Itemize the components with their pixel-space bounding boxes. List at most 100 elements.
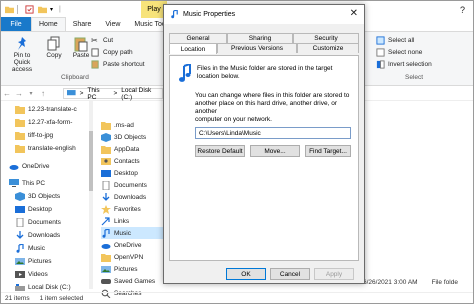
ok-button[interactable]: OK [226, 268, 266, 280]
nav-item-music[interactable]: Music [15, 242, 45, 254]
tab-customize[interactable]: Customize [297, 43, 359, 53]
copy-path-button[interactable]: Copy path [91, 48, 133, 57]
ribbon-expand-icon[interactable]: ? [460, 5, 465, 15]
list-item[interactable]: Links [101, 215, 129, 227]
list-item-selected[interactable]: Music [101, 227, 167, 239]
change-line-2: another place on this hard drive, anothe… [195, 100, 338, 115]
links-icon [101, 216, 110, 225]
cancel-button[interactable]: Cancel [270, 268, 310, 280]
pin-to-quick-access-button[interactable]: Pin to Quick access [5, 36, 39, 73]
documents-icon [102, 180, 110, 190]
pin-label-1: Pin to Quick [13, 52, 31, 66]
list-item[interactable]: OneDrive [101, 239, 141, 251]
properties-icon[interactable] [25, 5, 34, 14]
copy-path-label: Copy path [103, 49, 133, 56]
folder-icon [15, 144, 25, 153]
item-type: File folde [431, 279, 458, 286]
select-all-button[interactable]: Select all [376, 36, 414, 45]
pin-label-2: access [11, 66, 33, 73]
list-item-label: Contacts [114, 157, 140, 165]
tab-file[interactable]: File [1, 17, 31, 31]
nav-item-translate-english[interactable]: translate-english [15, 142, 76, 154]
nav-item-documents[interactable]: Documents [15, 216, 61, 228]
paste-label: Paste [72, 52, 90, 59]
move-button[interactable]: Move... [250, 145, 300, 157]
tab-home[interactable]: Home [31, 17, 66, 31]
forward-arrow-icon[interactable]: → [13, 89, 25, 98]
list-item[interactable]: Desktop [101, 167, 138, 179]
back-arrow-icon[interactable]: ← [1, 89, 13, 98]
restore-default-button[interactable]: Restore Default [195, 145, 245, 157]
list-item[interactable]: .ms-ad [101, 119, 134, 131]
list-item[interactable]: OpenVPN [101, 251, 143, 263]
tab-view[interactable]: View [98, 17, 127, 31]
location-path-field[interactable]: C:\Users\Linda\Music [195, 127, 351, 139]
breadcrumb-this-pc[interactable]: This PC [87, 87, 109, 101]
tab-security[interactable]: Security [293, 33, 359, 43]
invert-selection-button[interactable]: Invert selection [376, 60, 432, 69]
paste-button[interactable]: Paste [69, 36, 93, 59]
apply-button[interactable]: Apply [314, 268, 354, 280]
list-item-label: AppData [114, 145, 140, 153]
drive-icon [15, 283, 25, 291]
change-line-1: You can change where files in this folde… [195, 92, 350, 99]
nav-item-label: This PC [22, 179, 46, 187]
nav-item-pictures[interactable]: Pictures [15, 255, 51, 267]
tab-location[interactable]: Location [169, 43, 217, 54]
nav-item-label: 3D Objects [28, 192, 61, 200]
breadcrumb-local-disk[interactable]: Local Disk (C:) [121, 87, 162, 101]
list-item-label: .ms-ad [114, 121, 134, 129]
tab-share[interactable]: Share [66, 17, 99, 31]
nav-item-tiff-to-jpg[interactable]: tiff-to-jpg [15, 129, 53, 141]
nav-item-label: OneDrive [22, 162, 50, 170]
nav-item-videos[interactable]: Videos [15, 268, 48, 280]
address-bar[interactable]: > This PC > Local Disk (C:) [63, 87, 163, 101]
quick-access-dropdown-icon[interactable]: ▾ [50, 6, 53, 13]
nav-item-12-23[interactable]: 12.23-translate-c [15, 103, 77, 115]
nav-item-label: Videos [28, 270, 48, 278]
select-group-label: Select [405, 74, 424, 81]
find-target-button[interactable]: Find Target... [305, 145, 351, 157]
scrollbar-thumb[interactable] [89, 131, 93, 191]
nav-item-label: Downloads [28, 231, 61, 239]
list-item[interactable]: Saved Games [101, 275, 155, 287]
folder-icon [15, 131, 25, 140]
close-icon[interactable]: ✕ [350, 8, 358, 19]
list-item[interactable]: 3D Objects [101, 131, 146, 143]
copy-button[interactable]: Copy [43, 36, 65, 59]
breadcrumb-separator: > [113, 90, 118, 97]
list-item-label: Pictures [114, 265, 138, 273]
paste-icon [74, 37, 88, 52]
paste-shortcut-button[interactable]: Paste shortcut [91, 60, 145, 69]
invert-selection-label: Invert selection [388, 61, 432, 68]
list-item[interactable]: Downloads [101, 191, 146, 203]
tab-sharing[interactable]: Sharing [227, 33, 293, 43]
list-item[interactable]: Favorites [101, 203, 141, 215]
description-line-1: Files in the Music folder are stored in … [197, 65, 333, 72]
nav-item-desktop[interactable]: Desktop [15, 203, 52, 215]
desktop-icon [15, 205, 25, 213]
up-arrow-icon[interactable]: ↑ [37, 89, 49, 98]
list-item[interactable]: Pictures [101, 263, 137, 275]
tab-general[interactable]: General [169, 33, 227, 43]
music-properties-dialog: Music Properties ✕ General Sharing Secur… [163, 4, 365, 284]
list-item[interactable]: Contacts [101, 155, 140, 167]
folder-icon [101, 121, 111, 130]
nav-item-downloads[interactable]: Downloads [15, 229, 60, 241]
tab-previous-versions[interactable]: Previous Versions [217, 43, 297, 53]
nav-item-onedrive[interactable]: OneDrive [9, 160, 49, 172]
list-item[interactable]: AppData [101, 143, 139, 155]
nav-item-12-27[interactable]: 12.27-xfa-form- [15, 116, 72, 128]
list-item[interactable]: Documents [101, 179, 147, 191]
nav-item-3d-objects[interactable]: 3D Objects [15, 190, 60, 202]
list-item-label: Links [114, 217, 130, 225]
nav-item-this-pc[interactable]: This PC [9, 177, 45, 189]
new-folder-icon[interactable] [38, 5, 47, 14]
nav-scrollbar[interactable] [89, 101, 93, 289]
recent-dropdown-icon[interactable]: ▾ [25, 90, 37, 97]
cut-button[interactable]: ✂ Cut [91, 36, 113, 45]
select-none-button[interactable]: Select none [376, 48, 422, 57]
nav-item-label: Music [28, 244, 45, 252]
dialog-tabs-row-1: General Sharing Security [169, 33, 359, 43]
dialog-title-bar: Music Properties ✕ [164, 5, 364, 24]
